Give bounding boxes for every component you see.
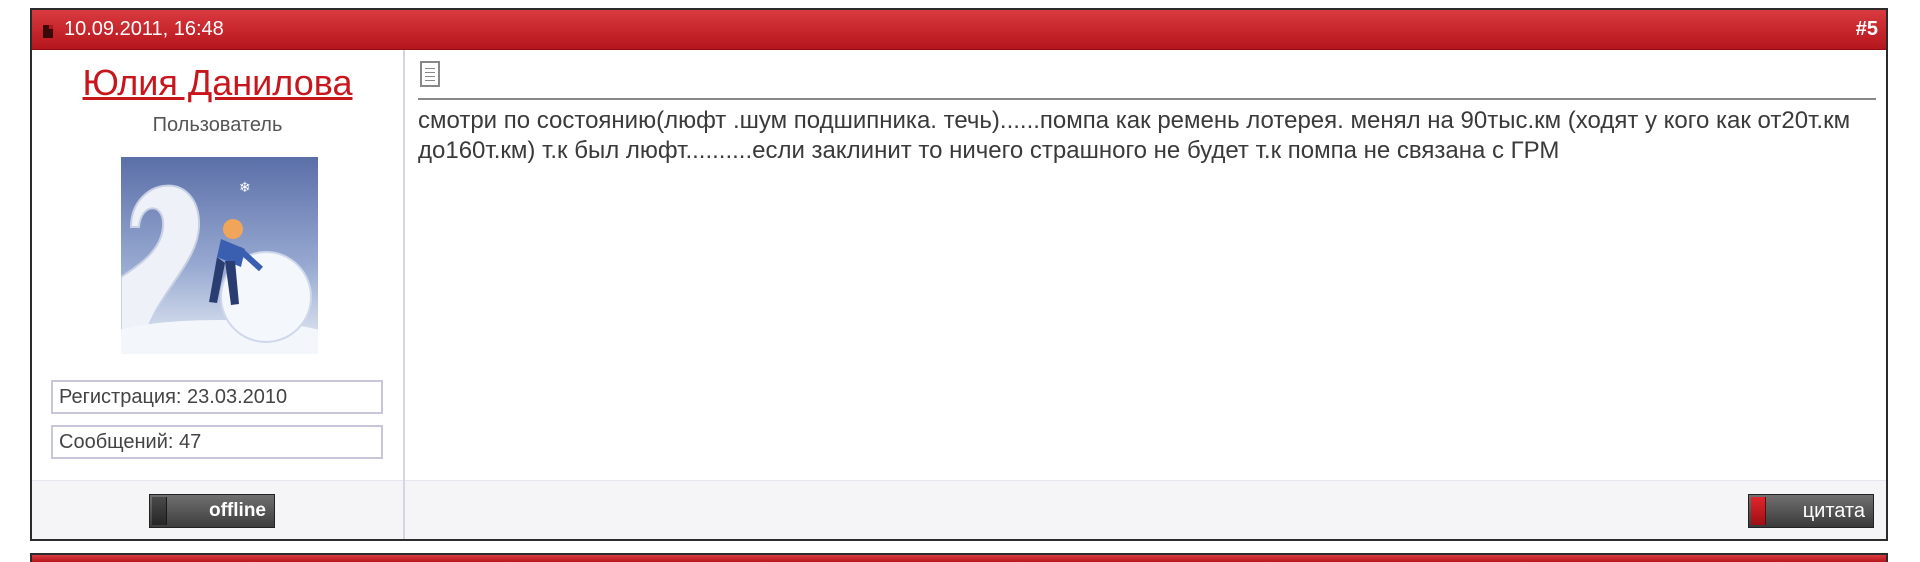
quote-led-icon bbox=[1751, 497, 1766, 525]
message-count: Сообщений: 47 bbox=[51, 425, 383, 459]
post-header: 10.09.2011, 16:48 #5 bbox=[32, 10, 1886, 50]
status-label: offline bbox=[209, 500, 266, 521]
avatar-image: ❄ bbox=[121, 157, 318, 354]
content-divider bbox=[418, 98, 1876, 100]
registration-date: Регистрация: 23.03.2010 bbox=[51, 380, 383, 414]
svg-text:❄: ❄ bbox=[239, 180, 251, 196]
user-info-column: Юлия Данилова Пользователь ❄ Регистрация… bbox=[32, 50, 405, 539]
quote-label: цитата bbox=[1802, 500, 1865, 522]
post-content-column: смотри по состоянию(люфт .шум подшипника… bbox=[405, 50, 1886, 539]
online-status-badge: offline bbox=[149, 494, 275, 528]
user-title: Пользователь bbox=[152, 114, 283, 136]
post-date: 10.09.2011, 16:48 bbox=[64, 18, 224, 40]
post-message: смотри по состоянию(люфт .шум подшипника… bbox=[418, 107, 1851, 164]
post-number-link[interactable]: #5 bbox=[1856, 10, 1878, 49]
post-date-icon bbox=[43, 25, 53, 38]
avatar[interactable]: ❄ bbox=[121, 157, 318, 354]
username-link[interactable]: Юлия Данилова bbox=[32, 62, 403, 104]
post-footer: цитата bbox=[405, 480, 1886, 539]
forum-post: 10.09.2011, 16:48 #5 Юлия Данилова Польз… bbox=[30, 8, 1888, 541]
next-post-header bbox=[30, 553, 1888, 562]
quote-button[interactable]: цитата bbox=[1748, 494, 1874, 528]
user-footer: offline bbox=[32, 480, 403, 539]
status-led-icon bbox=[152, 497, 167, 525]
post-document-icon bbox=[420, 61, 440, 87]
